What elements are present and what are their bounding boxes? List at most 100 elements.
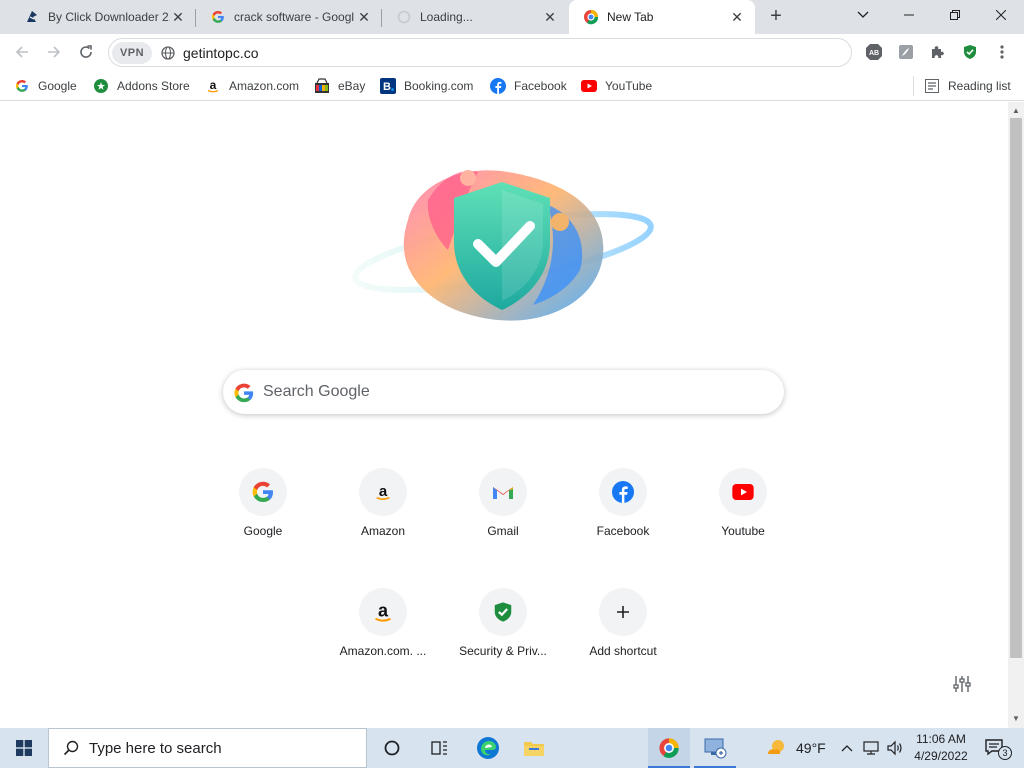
- shortcut-gmail[interactable]: Gmail: [447, 468, 559, 580]
- shortcut-label: Add shortcut: [589, 644, 657, 658]
- notifications-button[interactable]: 3: [978, 728, 1012, 768]
- clock-date[interactable]: 4/29/2022: [912, 749, 970, 763]
- start-button[interactable]: [0, 728, 48, 768]
- network-icon[interactable]: [861, 728, 881, 768]
- shortcut-label: Amazon: [360, 524, 406, 538]
- google-icon: [239, 468, 287, 516]
- forward-button[interactable]: [40, 38, 68, 66]
- shortcut-google[interactable]: Google: [207, 468, 319, 580]
- shortcut-facebook[interactable]: Facebook: [567, 468, 679, 580]
- tab-close-icon[interactable]: ✕: [729, 9, 745, 25]
- bookmark-label: Amazon.com: [229, 79, 300, 93]
- clock-time[interactable]: 11:06 AM: [912, 732, 970, 746]
- menu-kebab-icon[interactable]: [992, 42, 1012, 62]
- edge-browser-icon[interactable]: [468, 728, 508, 768]
- pdf-extension-icon[interactable]: [896, 42, 916, 62]
- amazon-icon: a: [205, 78, 221, 94]
- tab-crack-software[interactable]: crack software - Googl ✕: [196, 0, 382, 34]
- scroll-down-arrow-icon[interactable]: ▼: [1008, 712, 1024, 726]
- security-shield-extension-icon[interactable]: [960, 42, 980, 62]
- reload-button[interactable]: [72, 38, 100, 66]
- customize-sliders-icon[interactable]: [952, 674, 976, 698]
- weather-temperature[interactable]: 49°F: [796, 740, 826, 756]
- scroll-up-arrow-icon[interactable]: ▲: [1008, 104, 1024, 118]
- search-google-box[interactable]: Search Google: [223, 370, 784, 414]
- notification-count-badge: 3: [998, 746, 1012, 760]
- shortcut-amazon-com[interactable]: a Amazon.com. ...: [327, 588, 439, 700]
- address-bar[interactable]: VPN getintopc.co: [108, 38, 852, 67]
- google-icon: [233, 382, 255, 404]
- browser-logo-icon: [583, 9, 599, 25]
- shortcut-label: Gmail: [487, 524, 519, 538]
- taskbar-search-placeholder: Type here to search: [89, 739, 222, 757]
- search-placeholder: Search Google: [263, 383, 370, 400]
- shortcut-youtube[interactable]: Youtube: [687, 468, 799, 580]
- tab-close-icon[interactable]: ✕: [542, 9, 558, 25]
- bookmark-youtube[interactable]: YouTube: [581, 76, 652, 96]
- back-button[interactable]: [8, 38, 36, 66]
- shortcut-amazon[interactable]: a Amazon: [327, 468, 439, 580]
- volume-icon[interactable]: [884, 728, 906, 768]
- tab-title: New Tab: [607, 10, 654, 24]
- cortana-circle-icon[interactable]: [372, 728, 412, 768]
- shield-check-icon: [479, 588, 527, 636]
- bookmark-google[interactable]: Google: [14, 76, 77, 96]
- browser-taskbar-icon[interactable]: [648, 728, 690, 768]
- scrollbar-thumb[interactable]: [1010, 118, 1022, 658]
- file-explorer-icon[interactable]: [514, 728, 554, 768]
- tab-close-icon[interactable]: ✕: [170, 9, 186, 25]
- tab-by-click-downloader[interactable]: By Click Downloader 2. ✕: [10, 0, 196, 34]
- adblock-extension-icon[interactable]: AB: [864, 42, 884, 62]
- tab-new-tab[interactable]: New Tab ✕: [569, 0, 755, 34]
- taskbar-search-box[interactable]: Type here to search: [48, 728, 367, 768]
- bookmark-label: Addons Store: [117, 79, 190, 93]
- shortcut-label: Youtube: [721, 524, 765, 538]
- minimize-button[interactable]: [886, 0, 932, 30]
- add-shortcut-button[interactable]: Add shortcut: [567, 588, 679, 700]
- search-icon: [63, 740, 79, 756]
- windows-logo-icon: [16, 740, 32, 756]
- bookmark-booking[interactable]: B Booking.com: [380, 76, 473, 96]
- shortcut-security-privacy[interactable]: Security & Priv...: [447, 588, 559, 700]
- reading-list-button[interactable]: Reading list: [924, 76, 1011, 96]
- bookmark-amazon[interactable]: a Amazon.com: [205, 76, 299, 96]
- google-icon: [14, 78, 30, 94]
- tab-close-icon[interactable]: ✕: [356, 9, 372, 25]
- svg-text:AB: AB: [869, 50, 879, 57]
- loading-spinner-icon: [396, 9, 412, 25]
- plus-icon: [599, 588, 647, 636]
- new-tab-button[interactable]: +: [764, 5, 788, 29]
- downloader-icon: [24, 9, 40, 25]
- weather-icon[interactable]: [764, 728, 788, 768]
- extensions-puzzle-icon[interactable]: [928, 42, 948, 62]
- tab-title: crack software - Googl: [234, 10, 355, 24]
- tab-search-chevron-icon[interactable]: [840, 0, 886, 30]
- task-view-icon[interactable]: [420, 728, 460, 768]
- shortcut-label: Amazon.com. ...: [339, 644, 427, 658]
- vpn-button[interactable]: VPN: [112, 42, 152, 64]
- restore-button[interactable]: [932, 0, 978, 30]
- facebook-icon: [599, 468, 647, 516]
- booking-icon: B: [380, 78, 396, 94]
- tab-title: By Click Downloader 2.: [48, 10, 170, 24]
- browser-toolbar: VPN getintopc.co AB: [0, 34, 1024, 71]
- remote-desktop-icon[interactable]: [694, 728, 736, 768]
- shortcut-label: Security & Priv...: [459, 644, 547, 658]
- bookmark-ebay[interactable]: eBay: [314, 76, 365, 96]
- bookmark-label: Booking.com: [404, 79, 474, 93]
- show-hidden-icons-chevron-icon[interactable]: [838, 728, 856, 768]
- close-window-button[interactable]: [978, 0, 1024, 30]
- bookmark-addons-store[interactable]: Addons Store: [93, 76, 190, 96]
- bookmark-label: YouTube: [605, 79, 653, 93]
- gmail-icon: [479, 468, 527, 516]
- addons-store-icon: [93, 78, 109, 94]
- bookmark-label: Facebook: [514, 79, 567, 93]
- tab-loading[interactable]: Loading... ✕: [382, 0, 568, 34]
- shortcut-label: Facebook: [596, 524, 650, 538]
- bookmark-label: Google: [38, 79, 77, 93]
- amazon-icon: a: [359, 588, 407, 636]
- youtube-icon: [719, 468, 767, 516]
- shield-hero-illustration: [352, 170, 654, 321]
- windows-taskbar: Type here to search 49°F 11:06 AM 4/29/2…: [0, 728, 1024, 768]
- bookmark-facebook[interactable]: Facebook: [490, 76, 567, 96]
